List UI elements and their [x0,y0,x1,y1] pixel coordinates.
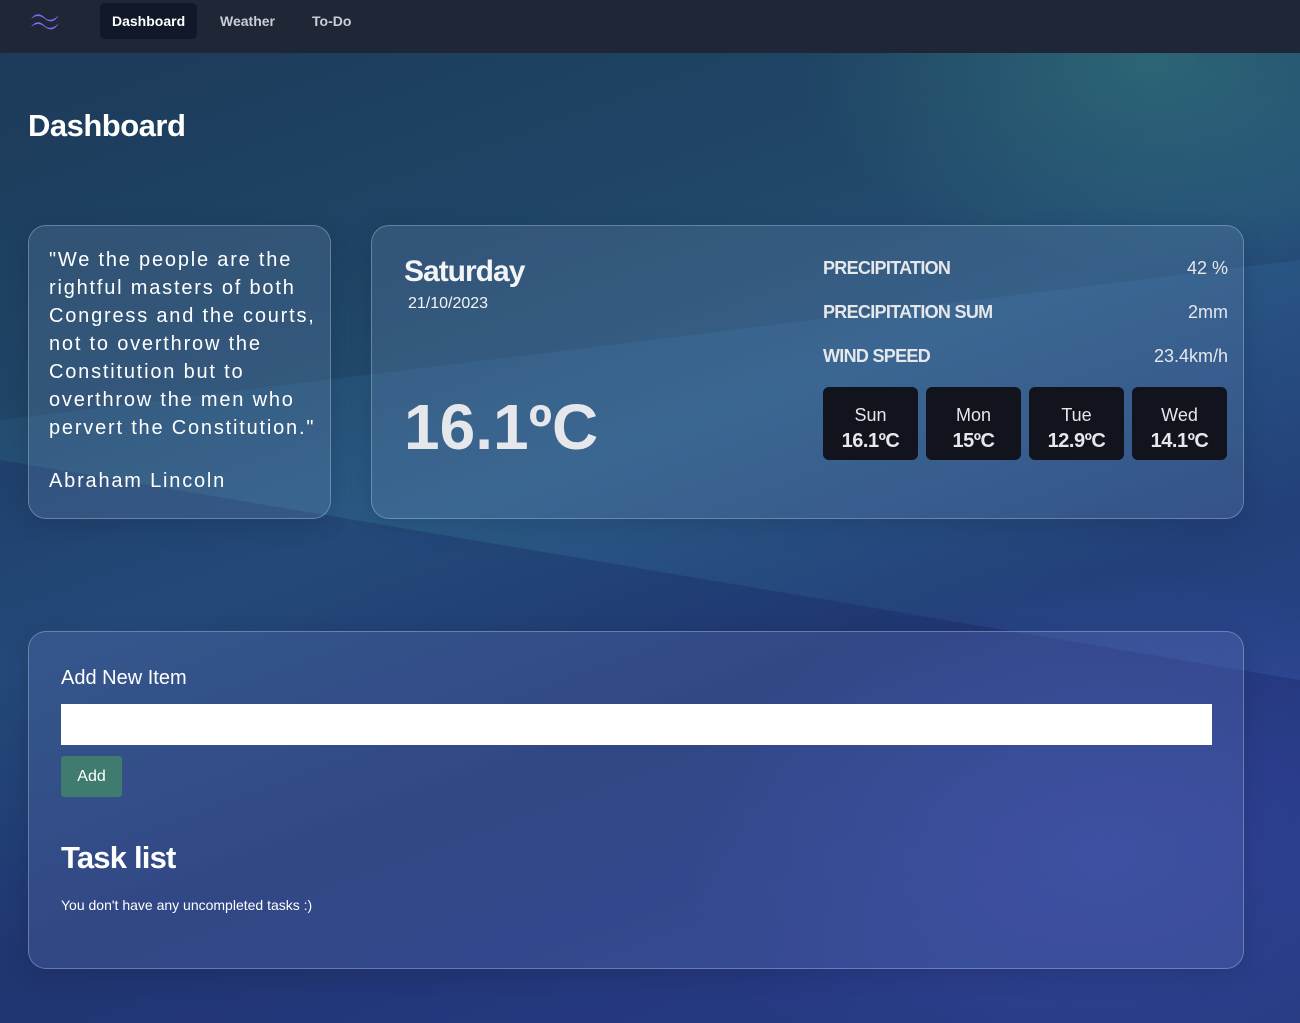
forecast-day: Tue [1061,405,1092,425]
forecast-tile-wed: Wed 14.1ºC [1132,387,1227,460]
weather-date: 21/10/2023 [408,295,489,312]
page-title: Dashboard [28,108,186,143]
forecast-temp: 15ºC [952,430,996,452]
forecast-tile-mon: Mon 15ºC [926,387,1021,460]
stat-label: PRECIPITATION SUM [823,301,993,322]
tailwind-logo-icon[interactable] [28,10,62,32]
top-navbar: Dashboard Weather To-Do [0,0,1300,53]
quote-text: "We the people are the rightful masters … [49,249,316,439]
stat-wind-speed: WIND SPEED 23.4km/h [823,344,1228,368]
stat-value: 23.4km/h [1153,345,1228,366]
todo-card: Add New Item Add Task list You don't hav… [28,631,1244,969]
stat-precipitation-sum: PRECIPITATION SUM 2mm [823,300,1228,324]
forecast-tile-tue: Tue 12.9ºC [1029,387,1124,460]
new-item-input[interactable] [61,704,1212,745]
nav-link-dashboard[interactable]: Dashboard [100,3,198,39]
forecast-day: Wed [1161,405,1198,425]
stat-label: WIND SPEED [823,345,931,366]
nav-link-weather[interactable]: Weather [208,3,287,39]
forecast-temp: 16.1ºC [841,430,900,452]
forecast-day: Mon [955,405,991,425]
forecast-day: Sun [854,405,887,425]
stat-value: 2mm [1188,301,1228,322]
forecast-temp: 14.1ºC [1150,430,1209,452]
quote-author: Abraham Lincoln [49,470,227,492]
add-item-label: Add New Item [61,667,187,689]
empty-task-message: You don't have any uncompleted tasks :) [61,897,313,913]
stat-precipitation: PRECIPITATION 42 % [823,256,1228,280]
weather-day: Saturday [404,255,525,288]
add-button[interactable]: Add [61,756,122,797]
task-list-title: Task list [61,840,176,875]
stat-label: PRECIPITATION [823,257,951,278]
forecast-tile-sun: Sun 16.1ºC [823,387,918,460]
weather-card: Saturday 21/10/2023 16.1ºC PRECIPITATION… [371,225,1244,519]
nav-link-todo[interactable]: To-Do [300,3,363,39]
quote-card: "We the people are the rightful masters … [28,225,331,519]
stat-value: 42 % [1186,257,1228,278]
forecast-temp: 12.9ºC [1047,430,1106,452]
current-temperature: 16.1ºC [404,391,599,463]
